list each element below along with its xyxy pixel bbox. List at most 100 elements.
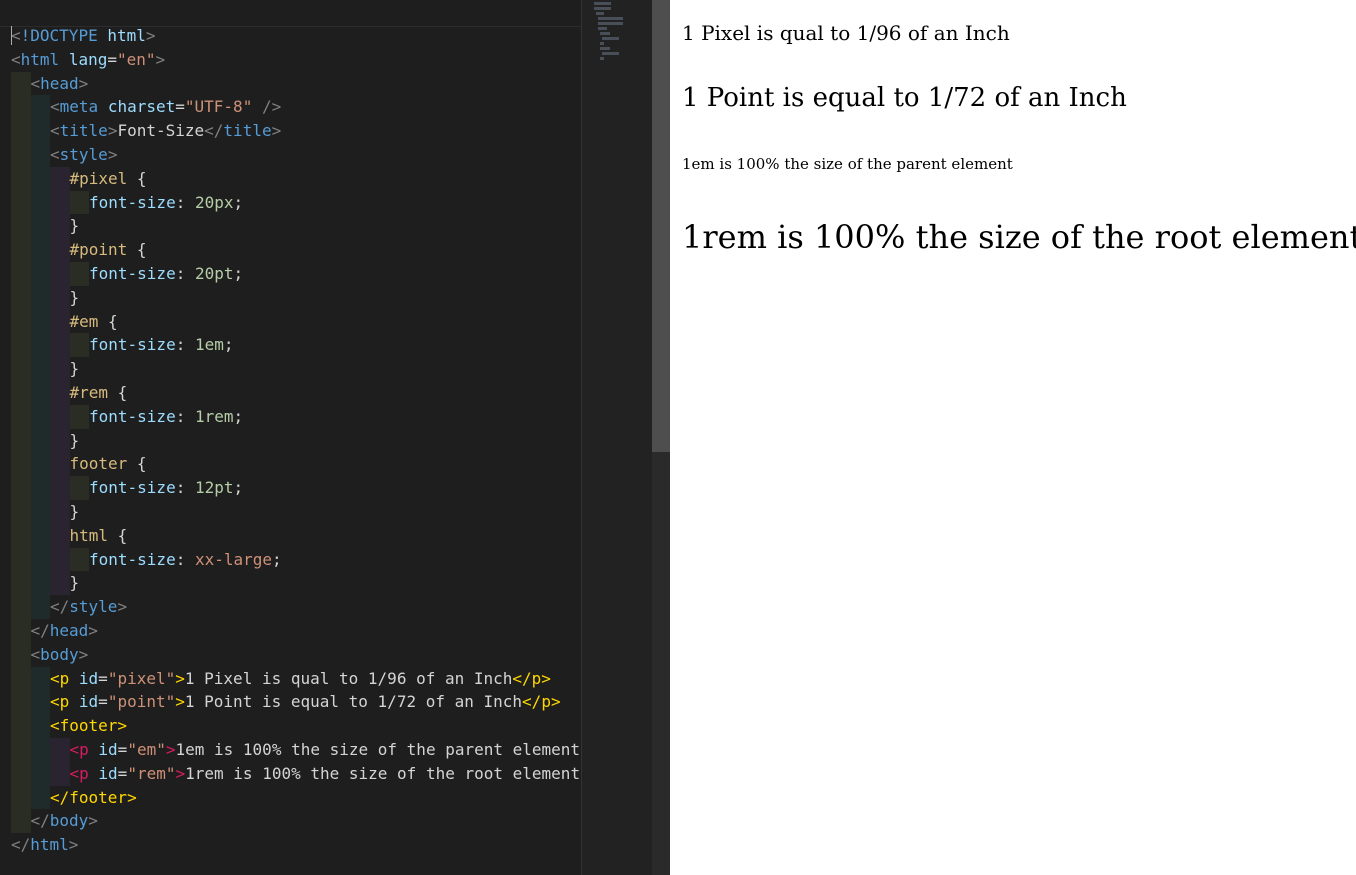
code-token: body	[40, 644, 79, 664]
code-line[interactable]: <p id="pixel">1 Pixel is qual to 1/96 of…	[50, 667, 551, 691]
code-token: :	[175, 406, 195, 426]
indent-guide	[30, 547, 50, 572]
code-line[interactable]: }	[70, 500, 80, 524]
code-line[interactable]: </html>	[11, 833, 78, 857]
code-area[interactable]: <!DOCTYPE html> <html lang="en"> <head> <me…	[0, 0, 581, 875]
code-line[interactable]: <html lang="en">	[11, 48, 165, 72]
code-line[interactable]: <footer>	[50, 714, 127, 738]
indent-guide	[11, 666, 31, 691]
code-line[interactable]: </head>	[31, 619, 98, 643]
code-token: =	[117, 740, 128, 759]
code-token: font-size	[89, 406, 176, 426]
code-line[interactable]: <!DOCTYPE html>	[11, 24, 156, 48]
code-token: charset	[107, 97, 176, 117]
indent-guide	[11, 761, 31, 786]
indent-guide	[30, 143, 50, 167]
code-line[interactable]: </style>	[50, 595, 127, 619]
indent-guide	[50, 523, 70, 548]
code-token: />	[252, 97, 282, 117]
vertical-scrollbar[interactable]	[652, 0, 670, 875]
code-token: >	[107, 121, 118, 141]
indent-guide	[50, 547, 70, 572]
code-line[interactable]: <p id="point">1 Point is equal to 1/72 o…	[50, 690, 561, 714]
minimap-line	[602, 52, 620, 55]
code-token: </	[30, 811, 50, 831]
code-line[interactable]: }	[70, 357, 80, 381]
code-token: =	[107, 49, 117, 69]
code-token: </p>	[512, 668, 551, 688]
indent-guide	[50, 571, 70, 596]
indent-guide	[69, 262, 89, 286]
indent-guide	[30, 476, 50, 500]
code-token: 1 Point is equal to 1/72 of an Inch	[184, 692, 523, 712]
code-line[interactable]: footer {	[70, 452, 147, 476]
code-token: }	[69, 216, 80, 236]
indent-guide	[11, 238, 31, 262]
indent-guide	[30, 119, 50, 143]
code-token: font-size	[89, 192, 176, 212]
code-token: ;	[272, 549, 282, 569]
indent-guide	[11, 738, 31, 762]
code-line[interactable]: <style>	[50, 143, 117, 167]
code-line[interactable]: html {	[70, 524, 128, 548]
code-line[interactable]: </body>	[31, 809, 98, 833]
code-editor[interactable]: <!DOCTYPE html> <html lang="en"> <head> <me…	[0, 0, 670, 875]
code-token: ;	[223, 335, 234, 355]
code-line[interactable]: font-size: 12pt;	[89, 476, 243, 500]
code-token: >	[78, 73, 89, 93]
code-line[interactable]: }	[70, 286, 80, 310]
code-line[interactable]: #em {	[70, 310, 118, 334]
code-line[interactable]: <body>	[31, 643, 89, 667]
code-token: </footer>	[50, 787, 137, 807]
code-line[interactable]: }	[70, 214, 80, 238]
code-line[interactable]: <p id="rem">1rem is 100% the size of the…	[70, 762, 581, 786]
code-line[interactable]: font-size: 1rem;	[89, 405, 243, 429]
code-token: font-size	[89, 549, 176, 569]
code-token: <p	[69, 763, 89, 783]
code-line[interactable]: <meta charset="UTF-8" />	[50, 95, 281, 119]
code-line[interactable]: font-size: 1em;	[89, 333, 234, 357]
minimap-line	[596, 12, 605, 15]
minimap[interactable]	[581, 0, 653, 875]
code-token: 1 Pixel is qual to 1/96 of an Inch	[184, 668, 513, 688]
code-token: title	[223, 121, 272, 141]
indent-guide	[50, 500, 70, 524]
code-line[interactable]: </footer>	[50, 786, 137, 810]
scrollbar-thumb[interactable]	[652, 0, 670, 452]
indent-guide	[11, 690, 31, 715]
code-line[interactable]: <head>	[31, 72, 89, 96]
code-token: footer	[69, 454, 128, 474]
indent-guide	[50, 285, 70, 310]
code-token: <	[30, 644, 41, 664]
code-token: </	[30, 621, 50, 640]
indent-guide	[11, 285, 31, 310]
code-line[interactable]: font-size: 20px;	[89, 191, 243, 215]
code-line[interactable]: #rem {	[70, 381, 128, 405]
indent-guide	[11, 119, 31, 143]
code-token: html	[69, 525, 109, 545]
code-line[interactable]: #pixel {	[70, 167, 147, 191]
code-line[interactable]: <title>Font-Size</title>	[50, 119, 281, 143]
code-line[interactable]: }	[70, 571, 80, 595]
code-line[interactable]: }	[70, 429, 80, 453]
indent-guide	[11, 547, 31, 572]
code-token: {	[108, 525, 128, 545]
indent-guide	[11, 428, 31, 453]
code-line[interactable]: font-size: xx-large;	[89, 548, 282, 572]
code-token: </p>	[522, 692, 561, 712]
code-token: "UTF-8"	[184, 97, 253, 117]
code-token: ;	[233, 406, 244, 426]
code-token: <	[50, 145, 60, 164]
code-line[interactable]: <p id="em">1em is 100% the size of the p…	[70, 738, 581, 762]
indent-guide	[50, 452, 70, 477]
code-token: =	[175, 97, 185, 117]
code-token: {	[127, 454, 147, 474]
code-token: ;	[233, 192, 244, 212]
code-token: #em	[69, 311, 99, 331]
code-token: !DOCTYPE	[20, 26, 98, 45]
indent-guide	[30, 238, 50, 262]
code-line[interactable]: #point {	[70, 238, 147, 262]
code-line[interactable]: font-size: 20pt;	[89, 262, 243, 286]
